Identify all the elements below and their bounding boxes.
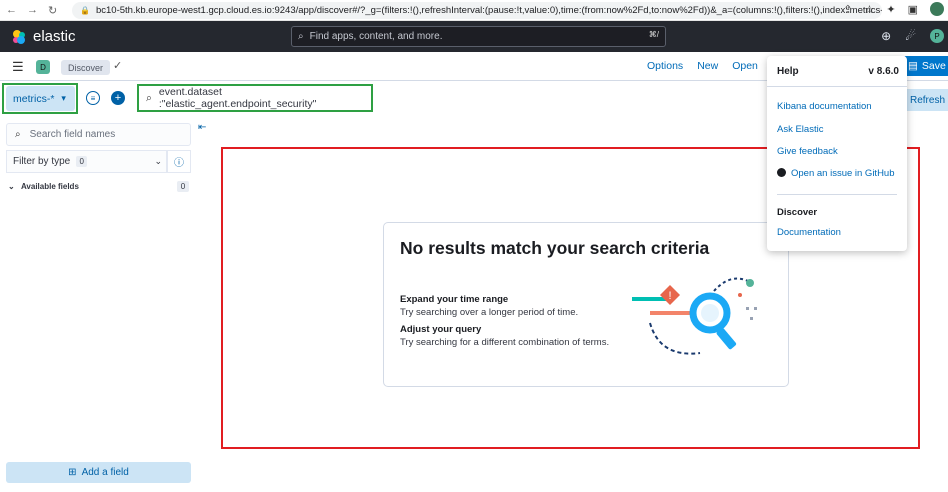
available-fields-label: Available fields [20,182,79,191]
github-icon [777,168,786,177]
highlight-box-data-view [2,83,78,114]
field-search-input[interactable]: ⌕ Search field names [6,123,191,146]
tip-query-title: Adjust your query [400,324,482,335]
search-icon: ⌕ [298,31,304,42]
address-bar[interactable]: 🔒 bc10-5th.kb.europe-west1.gcp.cloud.es.… [72,2,882,19]
lock-icon: 🔒 [80,6,90,15]
refresh-button[interactable]: Refresh [907,89,948,111]
keyboard-shortcut: ⌘/ [648,30,659,39]
bookmark-star-icon[interactable]: ☆ [865,3,875,16]
highlight-box-query [137,84,373,112]
tip-time-range-text: Try searching over a longer period of ti… [400,307,579,318]
profile-avatar[interactable] [930,2,944,16]
check-icon: ✓ [113,60,123,72]
new-link[interactable]: New [697,60,718,72]
chevron-down-icon: ⌄ [154,156,162,166]
tip-query-text: Try searching for a different combinatio… [400,337,610,348]
kibana-documentation-link[interactable]: Kibana documentation [777,101,872,112]
ask-elastic-link[interactable]: Ask Elastic [777,124,823,135]
search-icon: ⌕ [15,129,21,140]
help-title: Help [777,66,799,77]
field-sidebar: ⌕ Search field names Filter by type 0 ⌄ … [0,118,198,492]
back-icon[interactable]: ← [6,4,17,17]
divider [767,86,907,87]
save-icon: ▤ [908,60,918,72]
info-icon[interactable]: ⓘ [167,150,191,173]
discover-documentation-link[interactable]: Documentation [777,227,841,238]
github-issue-link[interactable]: Open an issue in GitHub [777,168,895,179]
options-link[interactable]: Options [647,60,683,72]
elastic-logo[interactable]: elastic [11,28,76,45]
discover-section-title: Discover [777,207,818,218]
brand-name: elastic [33,28,76,45]
add-field-button[interactable]: ⊞ Add a field [6,462,191,483]
open-link[interactable]: Open [732,60,758,72]
save-label: Save [921,60,946,72]
browser-toolbar: ← → ↻ 🔒 bc10-5th.kb.europe-west1.gcp.clo… [0,0,948,21]
global-search-placeholder: Find apps, content, and more. [309,31,443,42]
elastic-logo-icon [13,29,25,44]
user-avatar[interactable]: P [930,29,944,43]
collapse-sidebar-icon[interactable]: ⇤ [198,122,206,133]
sidepanel-icon[interactable]: ▣ [908,3,918,16]
add-field-label: Add a field [81,467,129,478]
filter-by-type-button[interactable]: Filter by type 0 ⌄ [6,150,167,173]
available-fields-toggle[interactable]: ⌄ Available fields [8,182,79,191]
help-menu-popover: Help v 8.6.0 Kibana documentation Ask El… [767,56,907,251]
tip-time-range-title: Expand your time range [400,294,509,305]
magnifier-illustration: ! [632,277,757,355]
available-fields-count: 0 [177,181,189,192]
breadcrumb[interactable]: Discover [61,60,111,75]
extensions-icon[interactable]: ✦ [886,3,895,16]
add-field-icon: ⊞ [68,467,77,478]
news-icon[interactable]: ☄ [905,29,916,43]
kibana-header: elastic ⌕ Find apps, content, and more. … [0,21,948,52]
filter-by-type-label: Filter by type [13,156,71,167]
version-label: v 8.6.0 [868,66,899,77]
divider [777,194,897,195]
space-badge[interactable]: D [36,60,50,74]
chevron-down-icon: ⌄ [8,182,15,191]
svg-text:!: ! [668,290,671,302]
no-results-title: No results match your search criteria [400,238,710,258]
reload-icon[interactable]: ↻ [48,4,57,17]
help-icon[interactable]: ⊕ [881,29,891,43]
global-search-input[interactable]: ⌕ Find apps, content, and more. ⌘/ [291,26,666,47]
give-feedback-link[interactable]: Give feedback [777,146,838,157]
filter-icon[interactable]: ≡ [86,91,100,105]
field-search-placeholder: Search field names [29,129,116,140]
github-issue-label: Open an issue in GitHub [791,168,895,179]
url-text: bc10-5th.kb.europe-west1.gcp.cloud.es.io… [95,5,882,16]
no-results-card: No results match your search criteria Ex… [383,222,789,387]
menu-icon[interactable]: ☰ [12,59,24,75]
add-filter-icon[interactable]: + [111,91,125,105]
forward-icon[interactable]: → [27,4,38,17]
filter-count-badge: 0 [76,156,88,167]
share-icon[interactable]: ⇪ [843,3,852,16]
save-button[interactable]: ▤ Save [903,56,948,76]
